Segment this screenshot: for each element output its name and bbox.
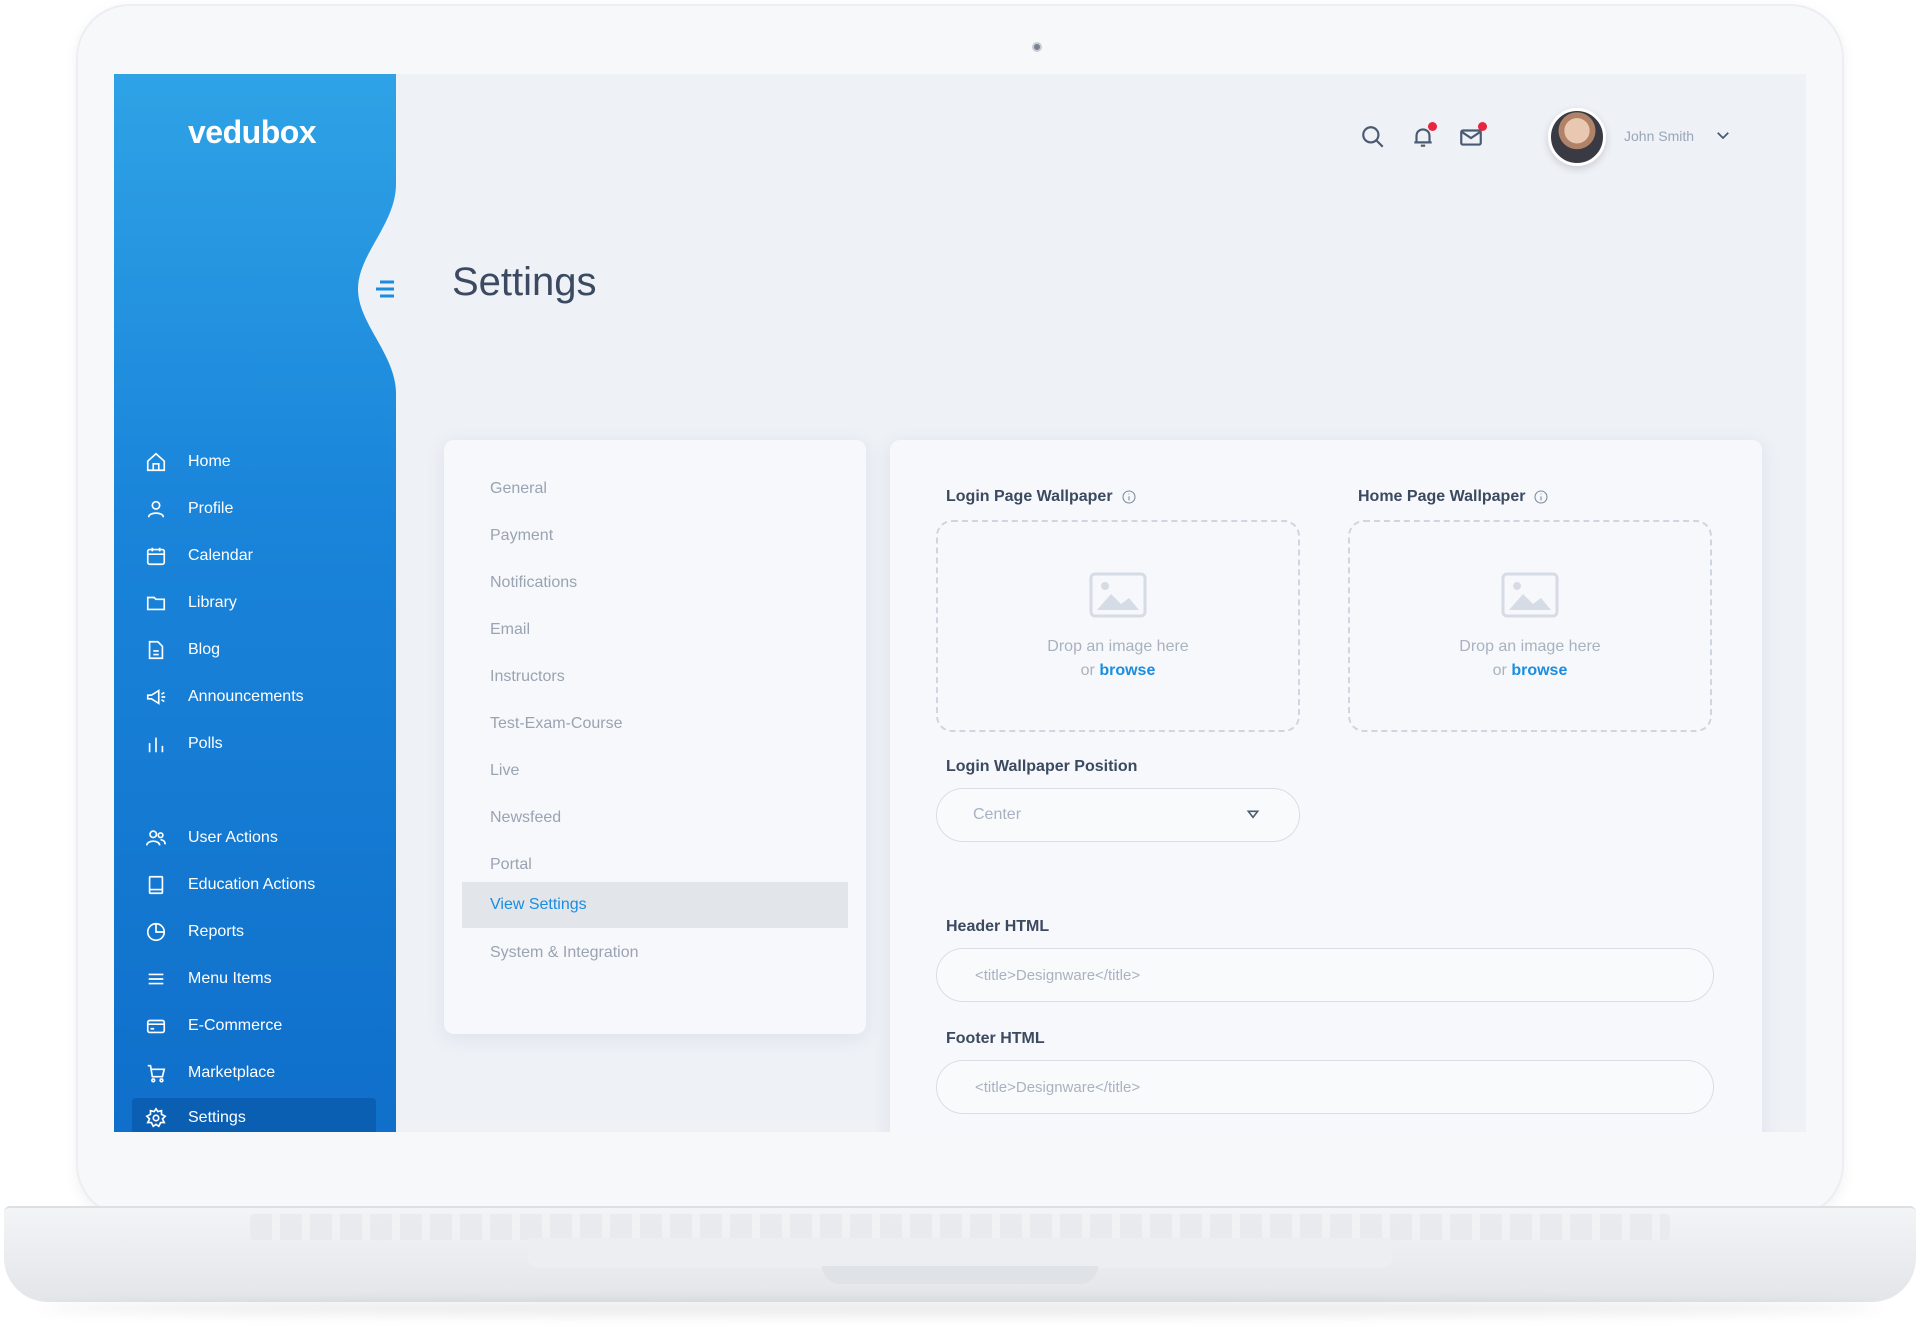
browse-link[interactable]: browse bbox=[1511, 662, 1567, 679]
user-icon bbox=[144, 497, 168, 521]
home-wallpaper-dropzone[interactable]: Drop an image here or browse bbox=[1348, 520, 1712, 732]
search-icon[interactable] bbox=[1360, 124, 1388, 152]
sidebar-item-label: Settings bbox=[188, 1109, 246, 1126]
notification-dot bbox=[1428, 122, 1437, 131]
browse-link[interactable]: browse bbox=[1099, 662, 1155, 679]
users-icon bbox=[144, 826, 168, 850]
document-icon bbox=[144, 638, 168, 662]
settings-nav-payment[interactable]: Payment bbox=[462, 513, 848, 559]
sidebar-item-announcements[interactable]: Announcements bbox=[144, 677, 376, 717]
caret-down-icon bbox=[1245, 806, 1263, 824]
sidebar-item-label: Menu Items bbox=[188, 970, 272, 987]
sidebar-item-label: Home bbox=[188, 453, 231, 470]
login-wallpaper-dropzone[interactable]: Drop an image here or browse bbox=[936, 520, 1300, 732]
mail-icon[interactable] bbox=[1458, 122, 1487, 152]
gear-icon bbox=[144, 1106, 168, 1130]
sidebar-item-label: Blog bbox=[188, 641, 221, 658]
wallpaper-position-select[interactable]: Center bbox=[936, 788, 1300, 842]
laptop-notch bbox=[822, 1266, 1098, 1284]
avatar[interactable] bbox=[1548, 108, 1606, 166]
sidebar-item-settings[interactable]: Settings bbox=[132, 1098, 376, 1132]
sidebar-item-label: Calendar bbox=[188, 547, 253, 564]
bar-chart-icon bbox=[144, 732, 168, 756]
settings-nav-test-exam-course[interactable]: Test-Exam-Course bbox=[462, 701, 848, 747]
sidebar-item-label: Library bbox=[188, 594, 237, 611]
settings-nav-system-integration[interactable]: System & Integration bbox=[462, 930, 848, 976]
settings-nav-newsfeed[interactable]: Newsfeed bbox=[462, 795, 848, 841]
home-wallpaper-label: Home Page Wallpaper bbox=[1358, 488, 1549, 506]
select-value: Center bbox=[973, 806, 1022, 823]
credit-card-icon bbox=[144, 1014, 168, 1038]
wallpaper-position-label: Login Wallpaper Position bbox=[946, 758, 1138, 775]
sidebar-item-label: Profile bbox=[188, 500, 234, 517]
page-title: Settings bbox=[452, 260, 597, 304]
info-icon[interactable] bbox=[1533, 489, 1549, 505]
login-wallpaper-label-text: Login Page Wallpaper bbox=[946, 488, 1113, 505]
sidebar-item-e-commerce[interactable]: E-Commerce bbox=[144, 1006, 376, 1046]
settings-nav-instructors[interactable]: Instructors bbox=[462, 654, 848, 700]
laptop-shadow bbox=[40, 1300, 1880, 1316]
sidebar-item-label: Reports bbox=[188, 923, 245, 940]
bell-icon[interactable] bbox=[1410, 122, 1438, 152]
or-text: or bbox=[1492, 662, 1507, 679]
chevron-down-icon[interactable] bbox=[1714, 126, 1734, 146]
sidebar-item-label: Education Actions bbox=[188, 876, 316, 893]
megaphone-icon bbox=[144, 685, 168, 709]
sidebar-item-user-actions[interactable]: User Actions bbox=[144, 818, 376, 858]
sidebar-item-label: E-Commerce bbox=[188, 1017, 283, 1034]
sidebar-item-label: Marketplace bbox=[188, 1064, 276, 1081]
sidebar-item-menu-items[interactable]: Menu Items bbox=[144, 959, 376, 999]
settings-nav: General Payment Notifications Email Inst… bbox=[444, 440, 866, 1034]
settings-nav-live[interactable]: Live bbox=[462, 748, 848, 794]
sidebar-item-reports[interactable]: Reports bbox=[144, 912, 376, 952]
list-icon bbox=[144, 967, 168, 991]
cart-icon bbox=[144, 1061, 168, 1085]
home-icon bbox=[144, 450, 168, 474]
sidebar-item-profile[interactable]: Profile bbox=[144, 489, 376, 529]
footer-html-input[interactable]: <title>Designware</title> bbox=[936, 1060, 1714, 1114]
login-wallpaper-label: Login Page Wallpaper bbox=[946, 488, 1137, 506]
sidebar-item-label: Announcements bbox=[188, 688, 304, 705]
sidebar-item-marketplace[interactable]: Marketplace bbox=[144, 1053, 376, 1093]
info-icon[interactable] bbox=[1121, 489, 1137, 505]
home-wallpaper-label-text: Home Page Wallpaper bbox=[1358, 488, 1526, 505]
settings-nav-view-settings[interactable]: View Settings bbox=[462, 882, 848, 928]
sidebar-item-blog[interactable]: Blog bbox=[144, 630, 376, 670]
settings-nav-notifications[interactable]: Notifications bbox=[462, 560, 848, 606]
settings-nav-general[interactable]: General bbox=[462, 466, 848, 512]
image-icon bbox=[1501, 572, 1559, 618]
sidebar-item-label: User Actions bbox=[188, 829, 278, 846]
image-icon bbox=[1089, 572, 1147, 618]
sidebar-item-education-actions[interactable]: Education Actions bbox=[144, 865, 376, 905]
app-screen: vedubox Home Profile Calendar Library Bl… bbox=[114, 74, 1806, 1132]
camera-icon bbox=[1032, 42, 1042, 52]
app-logo[interactable]: vedubox bbox=[188, 114, 317, 151]
folder-icon bbox=[144, 591, 168, 615]
settings-nav-email[interactable]: Email bbox=[462, 607, 848, 653]
keyboard-edge bbox=[250, 1214, 1670, 1240]
drop-text: Drop an image here bbox=[1047, 638, 1189, 655]
browse-line: or browse bbox=[1081, 662, 1156, 680]
header-html-label: Header HTML bbox=[946, 918, 1050, 935]
browse-line: or browse bbox=[1493, 662, 1568, 680]
username[interactable]: John Smith bbox=[1624, 128, 1694, 144]
sidebar-item-calendar[interactable]: Calendar bbox=[144, 536, 376, 576]
sidebar-item-home[interactable]: Home bbox=[144, 442, 376, 482]
footer-html-label: Footer HTML bbox=[946, 1030, 1045, 1047]
sidebar-item-library[interactable]: Library bbox=[144, 583, 376, 623]
book-icon bbox=[144, 873, 168, 897]
header-html-input[interactable]: <title>Designware</title> bbox=[936, 948, 1714, 1002]
sidebar-toggle[interactable] bbox=[354, 184, 444, 394]
sidebar-item-label: Polls bbox=[188, 735, 223, 752]
sidebar-item-polls[interactable]: Polls bbox=[144, 724, 376, 764]
calendar-icon bbox=[144, 544, 168, 568]
view-settings-form: Login Page Wallpaper Drop an image here … bbox=[890, 440, 1762, 1132]
pie-chart-icon bbox=[144, 920, 168, 944]
drop-text: Drop an image here bbox=[1459, 638, 1601, 655]
trackpad bbox=[528, 1238, 1392, 1268]
or-text: or bbox=[1080, 662, 1095, 679]
message-dot bbox=[1478, 122, 1487, 131]
